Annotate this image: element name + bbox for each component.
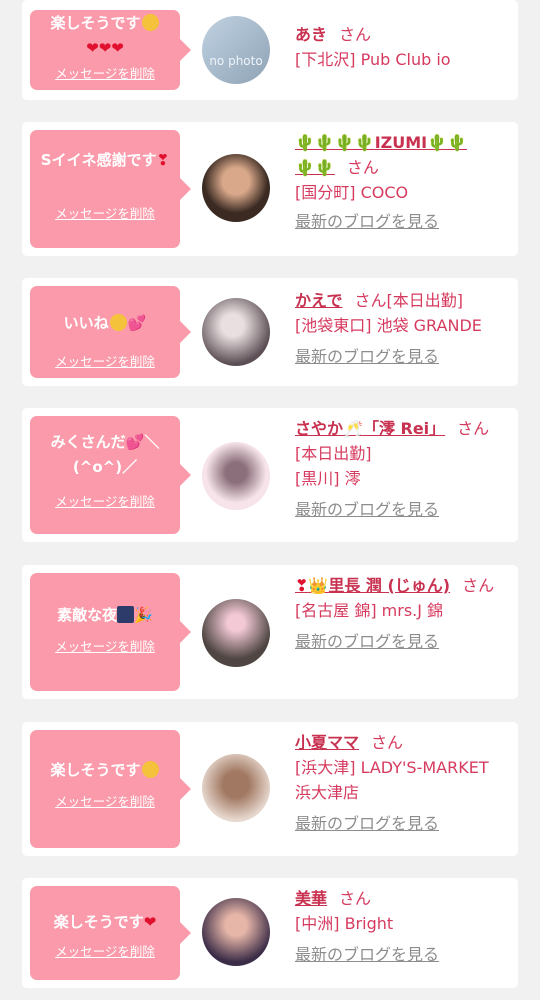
delete-message-link[interactable]: メッセージを削除 [30,636,180,655]
message-card: 楽しそうです メッセージを削除 小夏ママ さん [浜大津] LADY'S-MARK… [22,722,518,856]
delete-message-link[interactable]: メッセージを削除 [30,791,180,810]
user-name-link[interactable]: 美華 [295,889,327,908]
message-card: いいね 💕 メッセージを削除 かえで さん[本日出勤] [池袋東口] 池袋 GRAN… [22,278,518,386]
message-bubble: 楽しそうです メッセージを削除 [30,730,191,848]
message-bubble: 素敵な夜 🎉 メッセージを削除 [30,573,191,691]
latest-blog-link[interactable]: 最新のブログを見る [295,811,509,836]
latest-blog-link[interactable]: 最新のブログを見る [295,344,509,369]
message-bubble: みくさんだ💕＼ (^o^)／ メッセージを削除 [30,416,191,534]
latest-blog-link[interactable]: 最新のブログを見る [295,942,509,967]
shop-info: [浜大津] LADY'S-MARKET 浜大津店 [295,758,489,802]
smile-emoji-icon [141,761,159,778]
message-text: Sイイネ感謝です❣ [40,151,170,169]
honorific: さん [462,576,495,595]
user-name-link[interactable]: 🌵🌵🌵🌵IZUMI🌵🌵 🌵🌵 [295,133,467,177]
latest-blog-link[interactable]: 最新のブログを見る [295,497,509,522]
message-card: みくさんだ💕＼ (^o^)／ メッセージを削除 さやか🥂「澪 Rei」 さん [本日出… [22,408,518,542]
avatar[interactable] [202,154,270,222]
avatar[interactable] [202,599,270,667]
honorific: さん [371,733,404,752]
honorific: さん [457,419,490,438]
user-name-link[interactable]: 小夏ママ [295,733,359,752]
message-card: 楽しそうです❤ メッセージを削除 美華 さん [中洲] Bright 最新のブログ… [22,878,518,988]
status-badge: [本日出勤] [295,444,372,463]
delete-message-link[interactable]: メッセージを削除 [30,351,180,370]
no-photo-text: no photo [209,54,263,68]
shop-info: [国分町] COCO [295,183,409,202]
message-text: 素敵な夜 🎉 [57,606,153,624]
delete-message-link[interactable]: メッセージを削除 [30,63,180,82]
heart-emoji-icon: 💕 [127,314,147,332]
user-name-link[interactable]: ❣👑里長 潤 (じゅん) [295,576,450,595]
cactus-emoji-icon: 🌵🌵🌵🌵 [295,133,375,152]
honorific: さん [339,889,372,908]
shop-info: [名古屋 錦] mrs.J 錦 [295,601,444,620]
avatar[interactable] [202,898,270,966]
avatar[interactable] [202,754,270,822]
hearts-emoji-icon: ❤❤❤ [86,39,124,57]
message-bubble: Sイイネ感謝です❣ メッセージを削除 [30,130,191,248]
avatar[interactable] [202,442,270,510]
latest-blog-link[interactable]: 最新のブログを見る [295,629,509,654]
delete-message-link[interactable]: メッセージを削除 [30,203,180,222]
message-text: 楽しそうです ❤❤❤ [30,11,180,61]
avatar[interactable] [202,298,270,366]
shop-info: [黒川] 澪 [295,469,361,488]
honorific: さん [354,291,387,310]
status-badge: [本日出勤] [386,291,464,310]
heart-emoji-icon: ❣ [295,576,309,595]
message-card: 楽しそうです ❤❤❤ メッセージを削除 no photo あき さん [下北沢] P… [22,0,518,100]
shop-info: [下北沢] Pub Club io [295,50,451,69]
champagne-emoji-icon: 🥂 [343,419,363,438]
honorific: さん [339,25,372,44]
message-bubble: いいね 💕 メッセージを削除 [30,286,191,378]
shop-info: [池袋東口] 池袋 GRANDE [295,316,482,335]
smile-emoji-icon [141,14,159,31]
message-text: いいね 💕 [63,314,147,332]
message-card: 素敵な夜 🎉 メッセージを削除 ❣👑里長 潤 (じゅん) さん [名古屋 錦] mr… [22,565,518,699]
latest-blog-link[interactable]: 最新のブログを見る [295,209,509,234]
user-name-link[interactable]: かえで [295,291,343,310]
user-name-link[interactable]: あき [295,25,327,44]
smile-emoji-icon [109,314,127,331]
heart-emoji-icon: ❤ [143,913,157,931]
avatar[interactable]: no photo [202,16,270,84]
heart-emoji-icon: 💕 [125,433,145,451]
crown-emoji-icon: 👑 [308,576,329,595]
message-card: Sイイネ感謝です❣ メッセージを削除 🌵🌵🌵🌵IZUMI🌵🌵 🌵🌵 さん [国分町]… [22,122,518,256]
shop-info: [中洲] Bright [295,914,394,933]
delete-message-link[interactable]: メッセージを削除 [30,941,180,960]
message-text: 楽しそうです❤ [53,913,157,931]
user-name-link[interactable]: さやか🥂「澪 Rei」 [295,419,445,438]
honorific: さん [346,158,379,177]
message-bubble: 楽しそうです❤ メッセージを削除 [30,886,191,980]
message-bubble: 楽しそうです ❤❤❤ メッセージを削除 [30,10,191,90]
message-text: 楽しそうです [30,758,180,783]
message-text: みくさんだ💕＼ (^o^)／ [50,433,160,476]
party-emoji-icon: 🎉 [134,606,153,624]
heart-emoji-icon: ❣ [156,151,170,169]
night-emoji-icon [117,606,135,623]
delete-message-link[interactable]: メッセージを削除 [30,491,180,510]
